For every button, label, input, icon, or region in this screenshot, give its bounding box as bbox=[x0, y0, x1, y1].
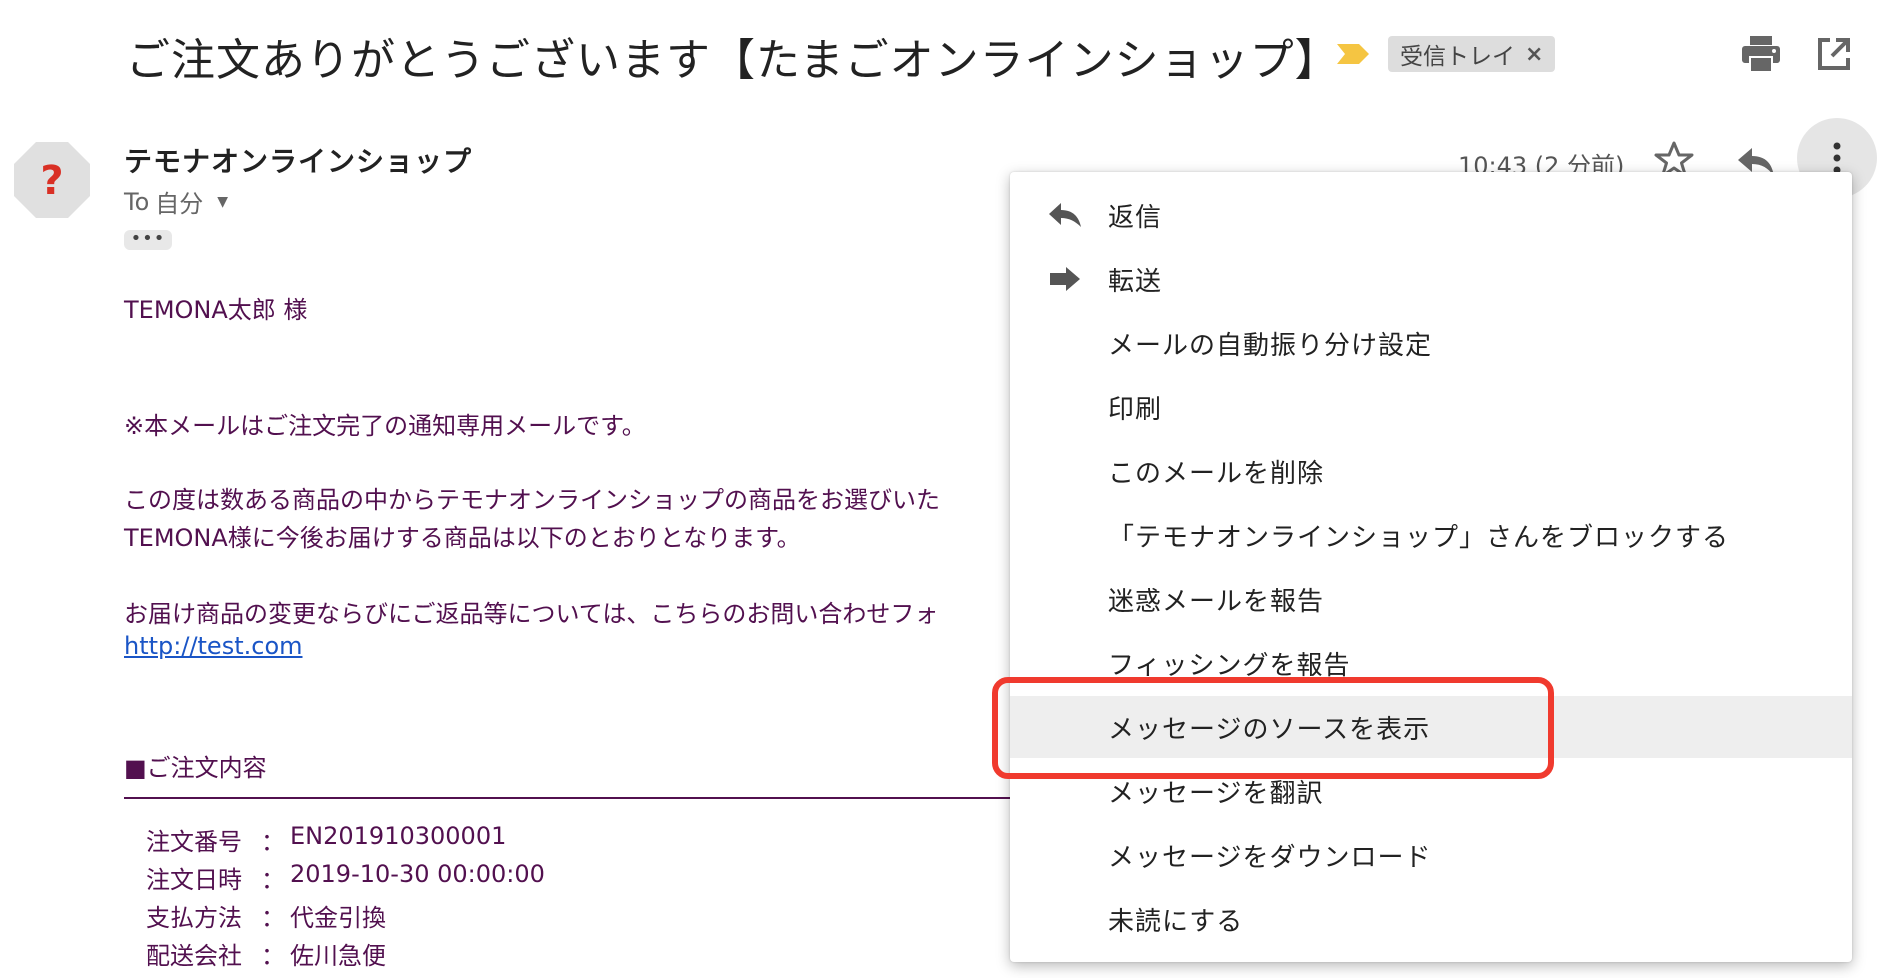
remove-label-button[interactable]: × bbox=[1525, 42, 1543, 67]
inbox-label-chip: 受信トレイ × bbox=[1388, 36, 1556, 72]
greeting-line: TEMONA太郎 様 bbox=[124, 296, 308, 324]
importance-marker-icon[interactable] bbox=[1335, 42, 1371, 66]
sender-name: テモナオンラインショップ bbox=[124, 145, 473, 178]
avatar-glyph: ? bbox=[40, 158, 63, 204]
menu-item-label: 返信 bbox=[1108, 202, 1163, 233]
menu-item-label: 転送 bbox=[1108, 266, 1163, 297]
order-detail-row: 支払方法 ： 代金引換 bbox=[146, 898, 386, 933]
unknown-sender-icon: ? bbox=[14, 142, 90, 218]
order-detail-key: 配送会社 bbox=[146, 942, 242, 970]
reply-icon bbox=[1049, 203, 1081, 227]
order-detail-separator: ： bbox=[261, 828, 285, 856]
print-icon[interactable] bbox=[1740, 34, 1782, 74]
message-options-menu: 返信 転送 メールの自動振り分け設定 印刷 このメールを削除 「テモナオンライン… bbox=[1010, 172, 1852, 962]
menu-item-label: 迷惑メールを報告 bbox=[1108, 586, 1325, 617]
show-trimmed-content-button[interactable]: ••• bbox=[124, 230, 172, 250]
order-detail-row: 注文番号 ： EN201910300001 bbox=[146, 822, 506, 857]
order-detail-separator: ： bbox=[261, 904, 285, 932]
menu-item-label: 未読にする bbox=[1108, 906, 1244, 937]
menu-item-label: フィッシングを報告 bbox=[1108, 650, 1351, 681]
order-detail-row: 注文日時 ： 2019-10-30 00:00:00 bbox=[146, 860, 545, 895]
menu-item-download[interactable]: メッセージをダウンロード bbox=[1010, 824, 1852, 886]
order-detail-separator: ： bbox=[261, 866, 285, 894]
email-subject: ご注文ありがとうございます【たまごオンラインショップ】 bbox=[126, 35, 1340, 86]
open-in-new-window-icon[interactable] bbox=[1816, 36, 1852, 72]
menu-item-label: 印刷 bbox=[1108, 394, 1163, 425]
paragraph-line: TEMONA様に今後お届けする商品は以下のとおりとなります。 bbox=[124, 524, 801, 552]
annotation-highlight-box bbox=[992, 677, 1554, 779]
more-vert-icon bbox=[1833, 142, 1841, 174]
recipient-line[interactable]: To 自分 ▼ bbox=[124, 184, 228, 219]
menu-item-label: このメールを削除 bbox=[1108, 458, 1325, 489]
paragraph-line: この度は数ある商品の中からテモナオンラインショップの商品をお選びいた bbox=[124, 486, 940, 514]
order-detail-value: 2019-10-30 00:00:00 bbox=[290, 860, 545, 888]
inbox-label-text: 受信トレイ bbox=[1400, 44, 1515, 70]
order-detail-value: 代金引換 bbox=[290, 904, 386, 932]
order-detail-value: 佐川急便 bbox=[290, 942, 386, 970]
contact-form-link[interactable]: http://test.com bbox=[124, 632, 303, 660]
dropdown-caret-icon[interactable]: ▼ bbox=[217, 194, 228, 210]
menu-item-reply[interactable]: 返信 bbox=[1010, 184, 1852, 246]
forward-icon bbox=[1050, 267, 1080, 291]
order-detail-separator: ： bbox=[261, 942, 285, 970]
menu-item-print[interactable]: 印刷 bbox=[1010, 376, 1852, 438]
menu-item-delete[interactable]: このメールを削除 bbox=[1010, 440, 1852, 502]
order-detail-key: 注文日時 bbox=[146, 866, 242, 894]
menu-item-label: 「テモナオンラインショップ」さんをブロックする bbox=[1108, 522, 1730, 553]
recipient-name: 自分 bbox=[155, 190, 204, 218]
order-detail-value: EN201910300001 bbox=[290, 822, 507, 850]
order-detail-row: 配送会社 ： 佐川急便 bbox=[146, 936, 386, 971]
section-divider bbox=[124, 797, 1024, 799]
recipient-prefix: To bbox=[124, 187, 150, 216]
menu-item-label: メッセージをダウンロード bbox=[1108, 842, 1432, 873]
order-detail-key: 注文番号 bbox=[146, 828, 242, 856]
menu-item-block-sender[interactable]: 「テモナオンラインショップ」さんをブロックする bbox=[1010, 504, 1852, 566]
order-section-heading: ■ご注文内容 bbox=[124, 754, 267, 782]
menu-item-forward[interactable]: 転送 bbox=[1010, 248, 1852, 310]
paragraph-line: お届け商品の変更ならびにご返品等については、こちらのお問い合わせフォ bbox=[124, 600, 939, 628]
menu-item-filter-settings[interactable]: メールの自動振り分け設定 bbox=[1010, 312, 1852, 374]
menu-item-mark-unread[interactable]: 未読にする bbox=[1010, 888, 1852, 950]
notice-line: ※本メールはご注文完了の通知専用メールです。 bbox=[124, 412, 646, 440]
menu-item-label: メールの自動振り分け設定 bbox=[1108, 330, 1433, 361]
menu-item-report-spam[interactable]: 迷惑メールを報告 bbox=[1010, 568, 1852, 630]
order-detail-key: 支払方法 bbox=[146, 904, 242, 932]
